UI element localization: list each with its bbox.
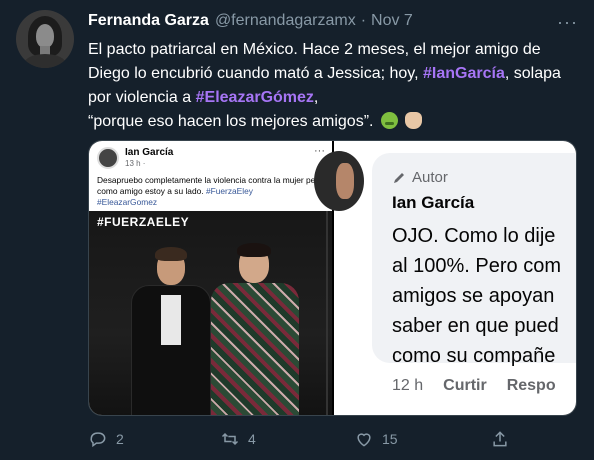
comment-reply-action: Respo bbox=[506, 377, 556, 394]
fb-more-icon: ··· bbox=[314, 145, 325, 157]
comment-avatar bbox=[314, 151, 364, 211]
retweet-count: 4 bbox=[248, 431, 256, 447]
comment-line: OJO. Como lo dije bbox=[392, 225, 556, 247]
fb-post-time: 13 h · bbox=[125, 159, 146, 168]
retweet-button[interactable]: 4 bbox=[220, 429, 256, 449]
fb-post-text: Desapruebo completamente la violencia co… bbox=[97, 175, 327, 208]
like-button[interactable]: 15 bbox=[354, 429, 398, 449]
person-right-jacket bbox=[211, 283, 299, 415]
pen-icon bbox=[394, 172, 404, 183]
person-left bbox=[127, 247, 217, 415]
tweet-date[interactable]: Nov 7 bbox=[371, 12, 413, 30]
retweet-icon bbox=[221, 432, 239, 446]
comment-actions: 12 h Curtir Respo bbox=[392, 377, 556, 395]
tweet-media[interactable]: Ian García 13 h · ··· Desapruebo complet… bbox=[88, 140, 577, 416]
separator-dot: · bbox=[360, 12, 367, 29]
pinching-hand-icon bbox=[405, 112, 423, 129]
more-icon[interactable]: ··· bbox=[557, 12, 578, 33]
share-button[interactable] bbox=[490, 429, 510, 449]
heart-icon bbox=[357, 433, 371, 447]
author-badge-label: Autor bbox=[412, 169, 448, 186]
nauseated-face-icon bbox=[380, 112, 398, 129]
comment-line: saber en que pued bbox=[392, 315, 559, 337]
media-image-left[interactable]: Ian García 13 h · ··· Desapruebo complet… bbox=[89, 141, 332, 415]
hashtag-link[interactable]: #EleazarGómez bbox=[196, 89, 314, 106]
comment-text: OJO. Como lo dije al 100%. Pero com amig… bbox=[392, 221, 576, 371]
comment-line: como su compañe bbox=[392, 345, 556, 367]
person-right bbox=[205, 243, 305, 415]
media-image-right[interactable]: Autor Ian García OJO. Como lo dije al 10… bbox=[314, 141, 576, 415]
fb-hashtag: #FuerzaEley bbox=[205, 186, 253, 196]
reply-button[interactable]: 2 bbox=[88, 429, 124, 449]
like-count: 15 bbox=[382, 431, 398, 447]
comment-line: amigos se apoyan bbox=[392, 285, 555, 307]
author-name[interactable]: Fernanda Garza bbox=[88, 12, 209, 30]
person-left-hair bbox=[155, 247, 187, 261]
photo-hashtag: #FUERZAELEY bbox=[97, 215, 190, 229]
hashtag-link[interactable]: #IanGarcía bbox=[423, 65, 505, 82]
reply-icon bbox=[90, 432, 106, 448]
comment-like-action: Curtir bbox=[443, 377, 487, 394]
avatar-face bbox=[36, 24, 54, 48]
tweet-text: El pacto patriarcal en México. Hace 2 me… bbox=[88, 38, 576, 134]
fb-hashtag: #EleazarGomez bbox=[97, 197, 158, 207]
tweet-text-part: “porque eso hacen los mejores amigos”. bbox=[88, 113, 374, 130]
avatar-body bbox=[24, 54, 66, 68]
reply-count: 2 bbox=[116, 431, 124, 447]
comment-time: 12 h bbox=[392, 377, 424, 394]
tweet-header: Fernanda Garza @fernandagarzamx · Nov 7 … bbox=[88, 10, 578, 32]
author-avatar[interactable] bbox=[16, 10, 74, 68]
tweet-text-part: , bbox=[313, 89, 319, 106]
author-handle[interactable]: @fernandagarzamx bbox=[215, 12, 356, 30]
share-icon bbox=[493, 431, 507, 447]
fb-author-name: Ian García bbox=[125, 147, 174, 158]
fb-avatar bbox=[97, 147, 119, 169]
fb-photo: #FUERZAELEY bbox=[89, 211, 332, 415]
comment-author: Ian García bbox=[392, 193, 475, 212]
author-badge: Autor bbox=[392, 169, 448, 186]
tweet-actions: 2 4 15 bbox=[88, 428, 518, 450]
person-left-shirt bbox=[161, 295, 181, 345]
photo-scrollbar bbox=[326, 211, 328, 415]
person-right-hair bbox=[237, 243, 271, 257]
comment-line: al 100%. Pero com bbox=[392, 255, 561, 277]
fb-post-header: Ian García 13 h · ··· bbox=[97, 145, 325, 173]
